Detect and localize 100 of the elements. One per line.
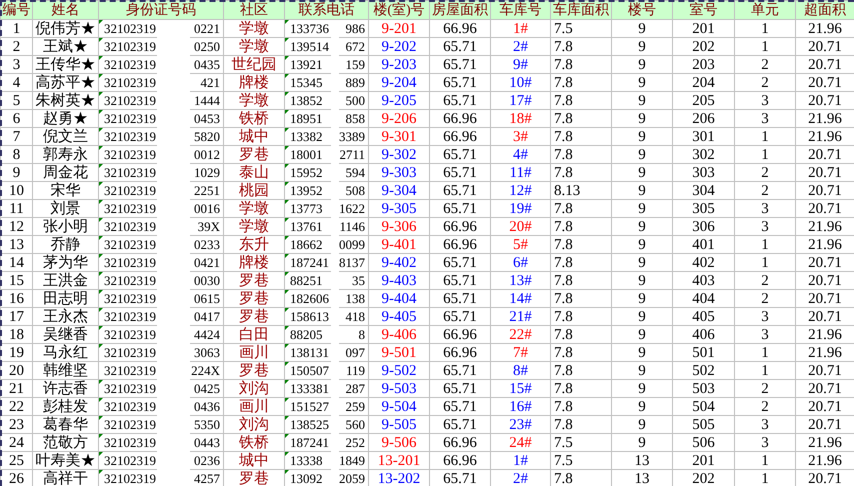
- table-cell: 罗巷: [224, 290, 284, 308]
- phone-number-end: 500: [346, 92, 365, 108]
- id-number-start: 32102319: [104, 398, 156, 414]
- id-number-start: 32102319: [104, 218, 156, 234]
- corner-triangle-icon: [285, 326, 289, 330]
- table-cell: 赵勇★: [32, 110, 98, 128]
- table-cell: 学墩: [224, 20, 284, 38]
- table-cell: 2: [734, 398, 796, 416]
- table-cell: 9-305: [368, 200, 430, 218]
- table-cell: 罗巷: [224, 308, 284, 326]
- table-cell: 406: [672, 326, 734, 344]
- phone-number-end: 889: [346, 74, 365, 90]
- table-cell: 10#: [490, 74, 550, 92]
- table-cell: 7: [0, 128, 32, 146]
- phone-number-start: 88251: [290, 272, 322, 288]
- table-cell: 学墩: [224, 218, 284, 236]
- table-cell: 7.8: [550, 398, 612, 416]
- phone-number-start: 187241: [290, 254, 329, 270]
- column-header: 楼号: [612, 0, 672, 20]
- table-cell: 3: [734, 308, 796, 326]
- phone-number-end: 418: [346, 308, 365, 324]
- table-cell: 王斌★: [32, 38, 98, 56]
- table-cell: 65.71: [430, 38, 490, 56]
- phone-number-end: 1622: [339, 200, 365, 216]
- table-cell: 504: [672, 398, 734, 416]
- table-cell: 范敬方: [32, 434, 98, 452]
- id-number-end: 2251: [194, 182, 220, 198]
- phone-number-start: 13338: [290, 452, 322, 468]
- id-number-start: 32102319: [104, 416, 156, 432]
- phone-number-start: 158613: [290, 308, 329, 324]
- phone-number-end: 1849: [339, 452, 365, 468]
- table-cell: 6: [0, 110, 32, 128]
- table-cell: 世纪园: [224, 56, 284, 74]
- table-cell: 12#: [490, 182, 550, 200]
- table-cell: 9-404: [368, 290, 430, 308]
- table-cell: 3: [734, 218, 796, 236]
- table-cell: 9: [612, 146, 672, 164]
- phone-number-end: 2711: [339, 146, 365, 162]
- corner-triangle-icon: [285, 452, 289, 456]
- table-cell: 23: [0, 416, 32, 434]
- table-cell: 9-205: [368, 92, 430, 110]
- table-cell: 201: [672, 20, 734, 38]
- table-cell: 王洪金: [32, 272, 98, 290]
- table-cell: 404: [672, 290, 734, 308]
- id-number-end: 0016: [194, 200, 220, 216]
- table-cell: 王永杰: [32, 308, 98, 326]
- table-cell: 503: [672, 380, 734, 398]
- table-cell: 3: [0, 56, 32, 74]
- corner-triangle-icon: [285, 380, 289, 384]
- table-cell: 9-505: [368, 416, 430, 434]
- table-cell: 9#: [490, 56, 550, 74]
- table-cell: 9: [612, 182, 672, 200]
- table-cell: 66.96: [430, 434, 490, 452]
- table-cell: 9-202: [368, 38, 430, 56]
- table-cell: 东升: [224, 236, 284, 254]
- table-cell: 9: [612, 344, 672, 362]
- table-cell: 25: [0, 452, 32, 470]
- table-cell: 7.8: [550, 236, 612, 254]
- table-cell: 7.8: [550, 146, 612, 164]
- table-cell: 9-201: [368, 20, 430, 38]
- table-cell: 2: [734, 380, 796, 398]
- table-cell: 14#: [490, 290, 550, 308]
- table-cell: 张小明: [32, 218, 98, 236]
- table-cell: 17#: [490, 92, 550, 110]
- table-cell: 66.96: [430, 326, 490, 344]
- table-cell: 7.5: [550, 434, 612, 452]
- table-cell: 9: [612, 416, 672, 434]
- corner-triangle-icon: [285, 272, 289, 276]
- table-cell: 乔静: [32, 236, 98, 254]
- table-cell: 1: [734, 20, 796, 38]
- id-number-end: 0233: [194, 236, 220, 252]
- table-cell: 7.8: [550, 326, 612, 344]
- table-cell: 65.71: [430, 182, 490, 200]
- table-cell: 7.8: [550, 164, 612, 182]
- table-cell: 1#: [490, 452, 550, 470]
- corner-triangle-icon: [285, 20, 289, 24]
- table-cell: 9-502: [368, 362, 430, 380]
- table-cell: 2#: [490, 38, 550, 56]
- phone-number-start: 15952: [290, 164, 322, 180]
- table-cell: 10: [0, 182, 32, 200]
- table-cell: 泰山: [224, 164, 284, 182]
- corner-triangle-icon: [285, 308, 289, 312]
- table-cell: 22: [0, 398, 32, 416]
- column-header: 超面积: [796, 0, 854, 20]
- table-cell: 9-504: [368, 398, 430, 416]
- table-cell: 7.8: [550, 362, 612, 380]
- column-header: 单元: [734, 0, 796, 20]
- table-cell: 405: [672, 308, 734, 326]
- table-cell: 刘沟: [224, 416, 284, 434]
- table-cell: 罗巷: [224, 272, 284, 290]
- table-cell: 66.96: [430, 218, 490, 236]
- table-cell: 9: [612, 434, 672, 452]
- table-cell: 9: [612, 308, 672, 326]
- id-number-end: 0250: [194, 38, 220, 54]
- corner-triangle-icon: [285, 398, 289, 402]
- table-cell: 66.96: [430, 236, 490, 254]
- table-cell: 7.5: [550, 20, 612, 38]
- id-number-end: 0453: [194, 110, 220, 126]
- table-cell: 1: [734, 362, 796, 380]
- table-cell: 9-302: [368, 146, 430, 164]
